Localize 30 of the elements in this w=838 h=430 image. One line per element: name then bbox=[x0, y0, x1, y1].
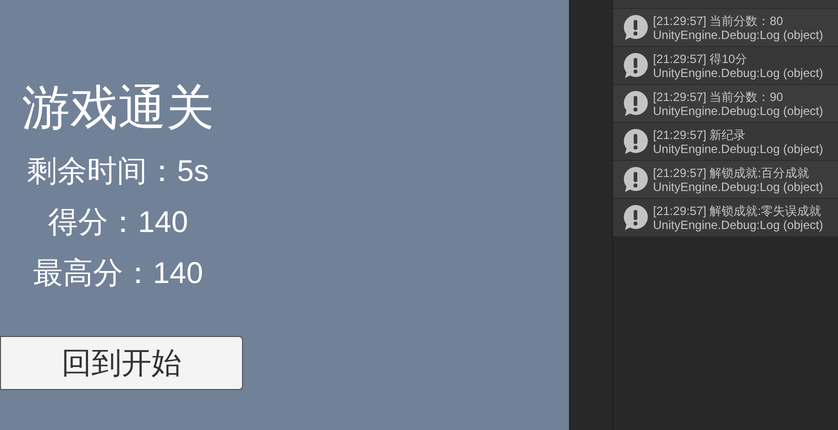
log-entry[interactable] bbox=[613, 0, 838, 8]
log-entry[interactable]: [21:29:57] 解锁成就:零失误成就 UnityEngine.Debug:Log (object) bbox=[613, 198, 838, 236]
log-message: [21:29:57] 新纪录 bbox=[653, 128, 747, 142]
warning-bubble-icon bbox=[622, 90, 649, 117]
game-title: 游戏通关 bbox=[22, 81, 214, 137]
warning-bubble-icon bbox=[622, 204, 649, 231]
log-message: [21:29:57] 得10分 bbox=[653, 52, 748, 66]
warning-bubble-icon bbox=[622, 52, 649, 79]
stat-label: 最高分：140 bbox=[32, 256, 204, 292]
log-entry[interactable]: [21:29:57] 当前分数：90 UnityEngine.Debug:Log (object) bbox=[613, 84, 838, 122]
warning-bubble-icon bbox=[622, 166, 649, 193]
log-message: [21:29:57] 解锁成就:百分成就 bbox=[653, 166, 810, 180]
log-source: UnityEngine.Debug:Log (object) bbox=[653, 104, 824, 118]
warning-bubble-icon bbox=[622, 14, 649, 41]
log-message: [21:29:57] 当前分数：80 bbox=[653, 14, 784, 28]
log-message: [21:29:57] 当前分数：90 bbox=[653, 90, 784, 104]
log-entry[interactable]: [21:29:57] 新纪录 UnityEngine.Debug:Log (object) bbox=[613, 122, 838, 160]
log-source: UnityEngine.Debug:Log (object) bbox=[653, 180, 824, 194]
log-source: UnityEngine.Debug:Log (object) bbox=[653, 66, 824, 80]
log-entry[interactable]: [21:29:57] 当前分数：80 UnityEngine.Debug:Log (object) bbox=[613, 8, 838, 46]
log-source: UnityEngine.Debug:Log (object) bbox=[653, 142, 824, 156]
log-entry[interactable]: [21:29:57] 解锁成就:百分成就 UnityEngine.Debug:Log (object) bbox=[613, 160, 838, 198]
log-source: UnityEngine.Debug:Log (object) bbox=[653, 218, 824, 232]
back-to-start-button[interactable]: 回到开始 bbox=[0, 336, 243, 390]
log-message: [21:29:57] 解锁成就:零失误成就 bbox=[653, 204, 822, 218]
stat-label: 得分：140 bbox=[48, 205, 188, 241]
warning-bubble-icon bbox=[622, 128, 649, 155]
log-entry[interactable]: [21:29:57] 得10分 UnityEngine.Debug:Log (object) bbox=[613, 46, 838, 84]
stat-label: 剩余时间：5s bbox=[27, 154, 209, 190]
log-source: UnityEngine.Debug:Log (object) bbox=[653, 28, 824, 42]
